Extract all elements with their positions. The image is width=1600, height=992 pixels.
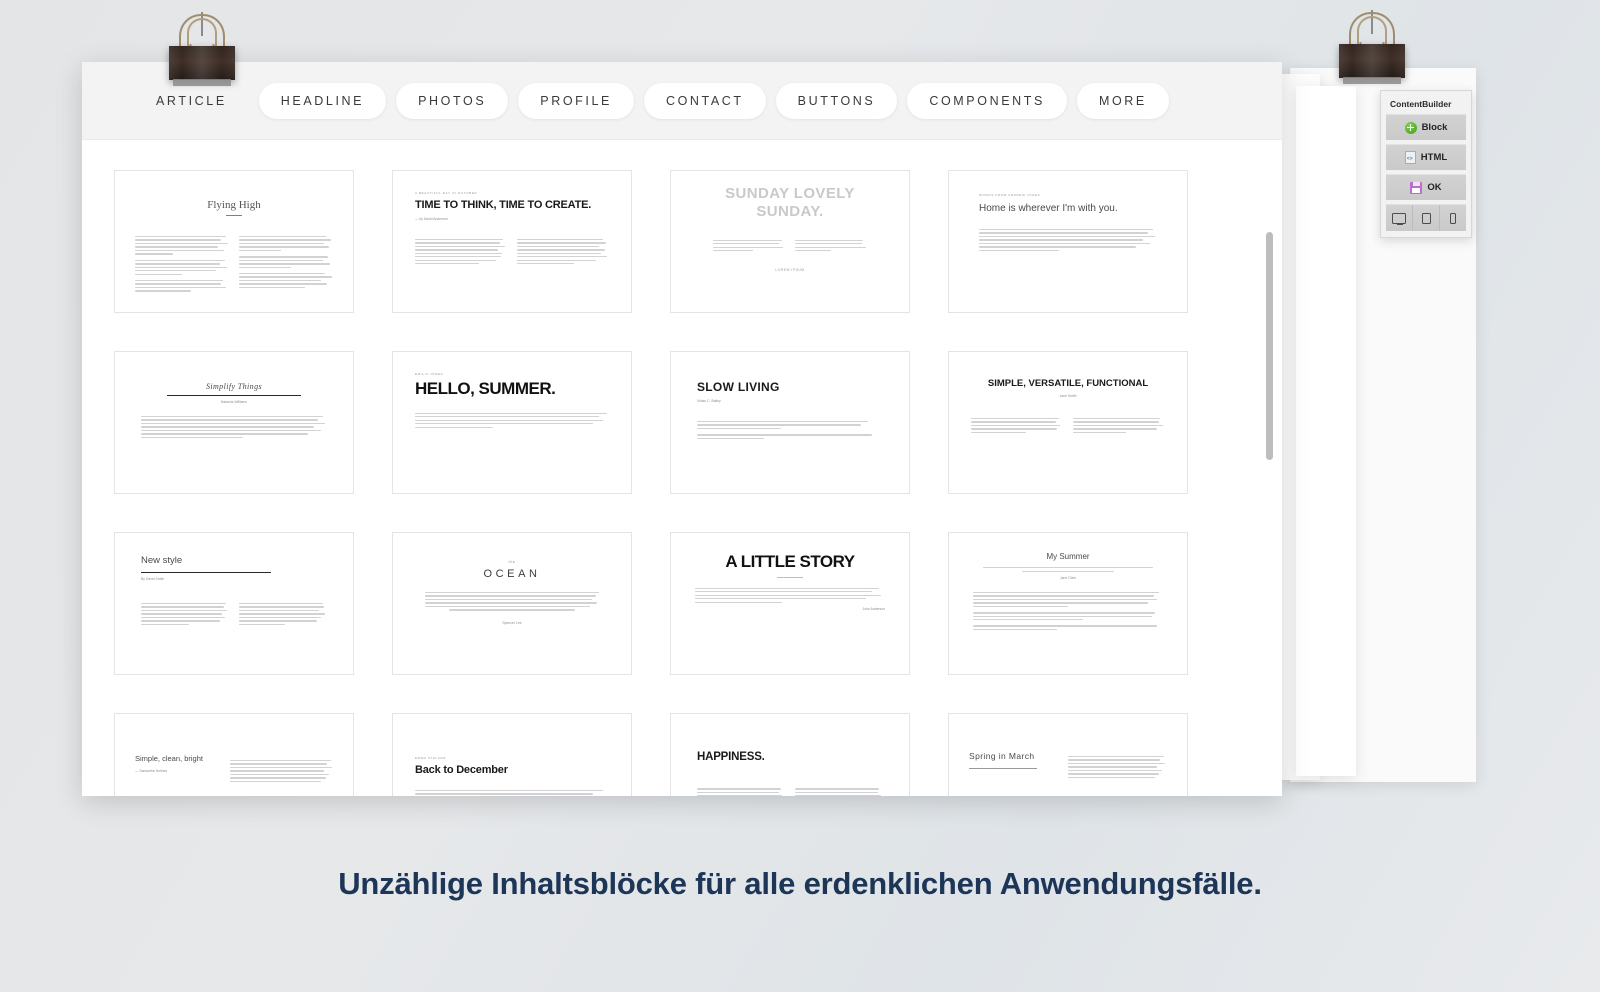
mobile-view-button[interactable] [1440,205,1466,231]
block-thumbnail[interactable]: A BEAUTIFUL DAY IN OCTOBER TIME TO THINK… [392,170,632,313]
block-byline: Vivian C. Bailey [697,399,721,403]
block-thumbnail[interactable]: EMMA STALKER Back to December [392,713,632,796]
block-thumbnail[interactable]: EMILIA JONES HELLO, SUMMER. [392,351,632,494]
mobile-view-icon [1450,212,1456,224]
tab-more[interactable]: MORE [1076,82,1169,119]
block-title: OCEAN [483,568,541,580]
add-block-icon [1404,121,1417,134]
tablet-view-icon [1421,212,1431,224]
block-byline: — by David Anderson [415,216,448,221]
block-byline: LOREM IPSUM [775,267,805,272]
block-title: Flying High [207,199,261,211]
block-thumbnail[interactable]: the OCEAN Spencer Lee [392,532,632,675]
background-paper-layer-2 [1296,86,1356,776]
html-label: HTML [1420,152,1448,163]
block-title: Simple, clean, bright [135,754,203,763]
tab-headline[interactable]: HEADLINE [258,82,387,119]
block-thumbnail[interactable]: A LITTLE STORY John Anderson [670,532,910,675]
tab-buttons[interactable]: BUTTONS [775,82,898,119]
content-builder-window: ARTICLE HEADLINE PHOTOS PROFILE CONTACT … [82,62,1282,796]
block-title: HAPPINESS. [697,751,765,763]
block-kicker: A BEAUTIFUL DAY IN OCTOBER [415,191,478,195]
block-thumbnail[interactable]: WORDS FROM ANDREW JONES Home is wherever… [948,170,1188,313]
block-title: My Summer [1046,552,1090,561]
block-thumbnail[interactable]: New style By David Smith [114,532,354,675]
block-byline: Natasha Williams [220,400,248,404]
block-byline: By David Smith [141,576,165,581]
contentbuilder-toolbar-panel: ContentBuilder Block HTML OK [1380,90,1472,238]
block-kicker: WORDS FROM ANDREW JONES [979,193,1041,197]
html-button[interactable]: HTML [1386,144,1466,170]
binder-clip-right [1335,10,1409,84]
accent-rule [226,215,242,216]
divider-rule [777,576,803,578]
block-kicker: EMILIA JONES [415,372,444,376]
block-thumbnail[interactable]: My Summer Jane Clark [948,532,1188,675]
html-code-icon [1404,151,1416,164]
block-byline: — Samantha Holmes [135,768,168,773]
block-thumbnail[interactable]: SUNDAY LOVELY SUNDAY. LOREM IPSUM [670,170,910,313]
block-thumbnail[interactable]: Flying High [114,170,354,313]
block-byline: Spencer Lee [502,620,522,625]
block-title: SUNDAY LOVELY SUNDAY. [725,185,855,221]
block-byline: John Anderson [862,606,885,611]
category-tab-bar: ARTICLE HEADLINE PHOTOS PROFILE CONTACT … [82,62,1282,140]
scrollbar-thumb[interactable] [1266,232,1273,460]
block-title: TIME TO THINK, TIME TO CREATE. [415,199,592,211]
block-byline: Jane Clark [1059,575,1077,580]
block-gallery-grid: Flying High A BEAUTIFUL DAY IN OCTOBER T… [82,140,1282,796]
vertical-scrollbar[interactable] [1266,232,1273,792]
divider-rule [167,395,301,396]
tab-contact[interactable]: CONTACT [643,82,766,119]
block-thumbnail[interactable]: SIMPLE, VERSATILE, FUNCTIONAL Jane Smith [948,351,1188,494]
marketing-caption: Unzählige Inhaltsblöcke für alle erdenkl… [338,866,1262,901]
screenshot-stage: ARTICLE HEADLINE PHOTOS PROFILE CONTACT … [0,0,1600,992]
device-preview-group [1386,204,1466,231]
desktop-view-button[interactable] [1386,205,1413,231]
block-thumbnail[interactable]: Spring in March [948,713,1188,796]
block-title: SIMPLE, VERSATILE, FUNCTIONAL [987,378,1149,389]
block-title: Back to December [415,764,508,776]
block-title: HELLO, SUMMER. [415,379,556,398]
panel-title: ContentBuilder [1390,99,1452,109]
tablet-view-button[interactable] [1413,205,1440,231]
block-title: SLOW LIVING [697,380,780,394]
block-title: A LITTLE STORY [725,552,855,571]
ok-save-button[interactable]: OK [1386,174,1466,200]
add-block-button[interactable]: Block [1386,114,1466,140]
desktop-view-icon [1392,212,1406,226]
tab-profile[interactable]: PROFILE [518,82,634,119]
block-title: New style [141,555,183,566]
add-block-label: Block [1421,122,1448,133]
block-thumbnail[interactable]: HAPPINESS. [670,713,910,796]
block-byline: Jane Smith [1059,393,1077,398]
block-title: Home is wherever I'm with you. [979,203,1118,214]
block-gallery-scroll-area[interactable]: Flying High A BEAUTIFUL DAY IN OCTOBER T… [82,140,1282,796]
tab-photos[interactable]: PHOTOS [396,82,509,119]
divider-rule [141,571,272,573]
block-title: Spring in March [969,751,1035,761]
block-thumbnail[interactable]: Simplify Things Natasha Williams [114,351,354,494]
save-floppy-icon [1410,181,1423,194]
block-thumbnail[interactable]: Simple, clean, bright — Samantha Holmes [114,713,354,796]
binder-clip-left [165,12,239,86]
block-kicker: the [508,559,516,564]
block-title: Simplify Things [205,382,262,391]
tab-components[interactable]: COMPONENTS [907,82,1067,119]
block-kicker: EMMA STALKER [415,756,447,760]
tab-article[interactable]: ARTICLE [134,83,249,119]
ok-label: OK [1427,182,1442,193]
block-thumbnail[interactable]: SLOW LIVING Vivian C. Bailey [670,351,910,494]
